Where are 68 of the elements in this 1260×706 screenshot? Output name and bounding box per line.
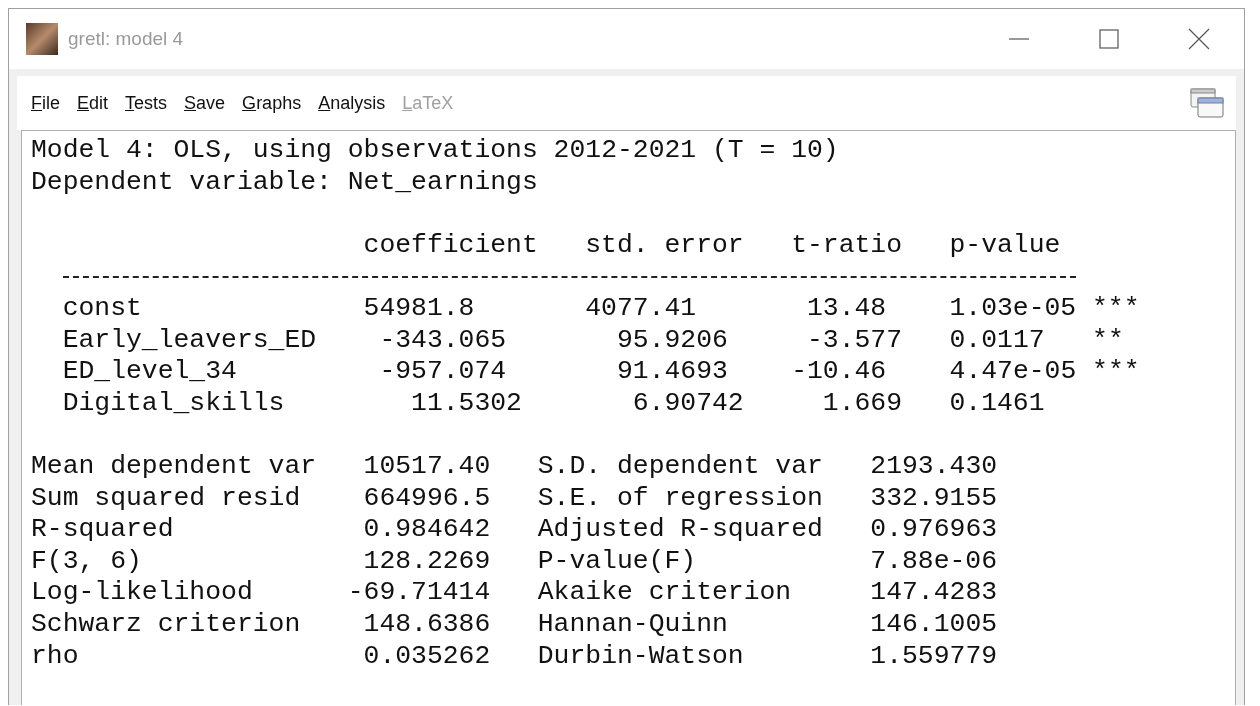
table-cell: -3.577 [807, 324, 903, 357]
table-cell: 6.90742 [632, 387, 744, 420]
statistic-label: Sum squared resid [31, 482, 301, 515]
statistic-value: 7.88e-06 [870, 545, 998, 578]
table-cell: 13.48 [806, 292, 887, 325]
statistic-label: rho [31, 640, 79, 673]
output-line: Model 4: OLS, using observations 2012-2021 (T = 10) [31, 135, 839, 167]
window-title: gretl: model 4 [68, 28, 184, 50]
statistic-value: 128.2269 [363, 545, 491, 578]
variable-name: const [62, 292, 142, 325]
close-icon[interactable] [1188, 28, 1210, 50]
app-icon [26, 23, 58, 55]
statistic-label: Akaike criterion [537, 577, 792, 609]
statistic-value: -69.71414 [347, 577, 491, 609]
statistic-label: Hannan-Quinn [537, 608, 728, 641]
statistic-value: 332.9155 [870, 482, 998, 515]
column-header: std. error [585, 229, 744, 262]
table-cell: 1.669 [822, 387, 902, 420]
column-header: p-value [949, 229, 1061, 262]
table-cell: 0.0117 [949, 324, 1045, 357]
statistic-label: Durbin-Watson [537, 640, 744, 673]
table-cell: 54981.8 [363, 292, 475, 325]
table-cell: 91.4693 [616, 356, 728, 388]
menu-item[interactable]: Analysis [310, 88, 394, 118]
table-cell: 1.03e-05 [949, 292, 1077, 325]
menu-item[interactable]: Tests [117, 88, 176, 118]
significance-stars: *** [1092, 356, 1140, 388]
significance-stars: ** [1092, 324, 1124, 357]
statistic-label: S.E. of regression [537, 482, 823, 515]
statistic-value: 146.1005 [870, 608, 998, 641]
table-cell: 4077.41 [585, 292, 697, 325]
statistic-value: 147.4283 [870, 577, 998, 609]
statistic-label: Adjusted R-squared [537, 514, 823, 546]
menu-item[interactable]: Save [176, 88, 234, 118]
statistic-value: 0.976963 [870, 514, 998, 546]
statistic-value: 1.559779 [870, 640, 998, 673]
statistic-value: 664996.5 [363, 482, 491, 515]
output-line: Dependent variable: Net_earnings [31, 166, 538, 199]
variable-name: Digital_skills [62, 387, 285, 420]
significance-stars: *** [1092, 292, 1140, 325]
statistic-label: R-squared [31, 514, 174, 546]
statistic-value: 2193.430 [870, 450, 998, 483]
table-cell: -957.074 [379, 356, 507, 388]
table-cell: 4.47e-05 [949, 356, 1077, 388]
statistic-label: Schwarz criterion [31, 608, 301, 641]
statistic-value: 0.035262 [363, 640, 491, 673]
statistic-label: P-value(F) [537, 545, 697, 578]
table-cell: -10.46 [791, 356, 887, 388]
statistic-value: 10517.40 [363, 450, 491, 483]
maximize-icon[interactable] [1098, 28, 1120, 50]
column-header: coefficient [363, 229, 538, 262]
menu-item[interactable]: Graphs [234, 88, 310, 118]
statistic-value: 148.6386 [363, 608, 491, 641]
variable-name: ED_level_34 [62, 356, 237, 388]
statistic-label: S.D. dependent var [537, 450, 823, 483]
table-cell: 0.1461 [949, 387, 1045, 420]
variable-name: Early_leavers_ED [62, 324, 317, 357]
statistic-label: F(3, 6) [31, 545, 142, 578]
table-cell: 11.5302 [411, 387, 522, 420]
statistic-value: 0.984642 [363, 514, 491, 546]
table-cell: -343.065 [379, 324, 507, 357]
table-cell: 95.9206 [616, 324, 728, 357]
stacked-windows-icon[interactable] [1190, 88, 1224, 118]
column-header: t-ratio [791, 229, 902, 262]
statistic-label: Log-likelihood [31, 577, 253, 609]
menu-item[interactable]: File [23, 88, 68, 118]
statistic-label: Mean dependent var [31, 450, 317, 483]
menu-item[interactable]: Edit [69, 88, 117, 118]
